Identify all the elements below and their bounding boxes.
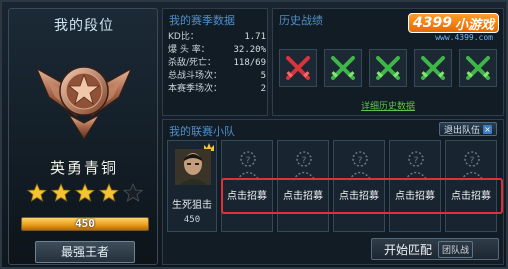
stat-row-total-matches: 总战斗场次： 5 <box>168 70 266 83</box>
league-team-title: 我的联赛小队 <box>169 125 235 138</box>
match-result-win[interactable] <box>459 49 497 87</box>
start-match-button[interactable]: 开始匹配 <box>372 241 432 258</box>
rank-panel-title: 我的段位 <box>54 18 114 34</box>
season-stats-panel: 我的赛季数据 KD比： 1.71 爆 头 率： 32.20% 杀敌/死亡： 11… <box>162 8 268 116</box>
team-leader-card[interactable]: 生死狙击 450 <box>167 140 217 232</box>
avatar <box>175 149 211 185</box>
app-frame: 我的段位 英勇青铜 450 最强王者 我的赛季数据 KD比： 1.71 爆 头 … <box>0 0 508 269</box>
empty-player-silhouette-icon: ? <box>460 151 484 181</box>
team-battle-mode-button[interactable]: 团队战 <box>438 240 474 258</box>
empty-player-silhouette-icon: ? <box>404 151 428 181</box>
stat-value: 32.20% <box>233 45 266 55</box>
strongest-king-button[interactable]: 最强王者 <box>35 241 135 263</box>
exp-value: 450 <box>75 217 95 230</box>
start-match-bar: 开始匹配 团队战 <box>371 238 499 260</box>
crossed-swords-win-icon <box>376 56 400 80</box>
rank-name: 英勇青铜 <box>49 159 118 177</box>
logo-text-cn: 小游戏 <box>454 17 494 33</box>
stat-row-headshot: 爆 头 率： 32.20% <box>168 44 266 57</box>
crossed-swords-win-icon <box>466 56 490 80</box>
match-results <box>279 49 497 87</box>
stat-label: 杀敌/死亡： <box>168 58 217 68</box>
stat-value: 118/69 <box>233 58 266 68</box>
stat-label: 爆 头 率： <box>168 45 210 55</box>
logo-badge: 4399 小游戏 <box>408 13 499 33</box>
svg-text:?: ? <box>414 156 419 166</box>
crossed-swords-loss-icon <box>286 56 310 80</box>
svg-text:?: ? <box>302 156 307 166</box>
match-result-win[interactable] <box>369 49 407 87</box>
season-stats-title: 我的赛季数据 <box>169 14 235 27</box>
stat-row-kills-deaths: 杀敌/死亡： 118/69 <box>168 57 266 70</box>
leader-name: 生死狙击 <box>172 200 212 211</box>
star-filled-icon <box>99 183 119 202</box>
empty-player-silhouette-icon: ? <box>236 151 260 181</box>
site-logo: 4399 小游戏 www.4399.com <box>389 13 499 43</box>
rank-stars <box>27 183 143 203</box>
svg-text:?: ? <box>358 156 363 166</box>
stat-row-kd: KD比： 1.71 <box>168 31 266 44</box>
detailed-history-link[interactable]: 详细历史数据 <box>273 99 503 112</box>
stat-row-season-matches: 本赛季场次： 2 <box>168 83 266 96</box>
star-filled-icon <box>27 183 47 202</box>
empty-player-silhouette-icon: ? <box>348 151 372 181</box>
star-empty-icon <box>123 183 143 202</box>
stat-label: 本赛季场次： <box>168 84 223 94</box>
star-filled-icon <box>75 183 95 202</box>
svg-text:?: ? <box>470 156 475 166</box>
stat-value: 5 <box>260 71 266 81</box>
star-filled-icon <box>51 183 71 202</box>
logo-text: 4399 <box>413 15 452 31</box>
stat-label: 总战斗场次： <box>168 71 223 81</box>
match-history-title: 历史战绩 <box>279 14 323 27</box>
crossed-swords-win-icon <box>421 56 445 80</box>
match-result-win[interactable] <box>414 49 452 87</box>
stat-value: 1.71 <box>244 32 266 42</box>
bronze-rank-emblem-icon <box>35 66 133 140</box>
rank-panel: 我的段位 英勇青铜 450 最强王者 <box>8 8 158 265</box>
match-result-loss[interactable] <box>279 49 317 87</box>
stat-value: 2 <box>260 84 266 94</box>
season-stats-list: KD比： 1.71 爆 头 率： 32.20% 杀敌/死亡： 118/69 总战… <box>168 31 266 96</box>
leader-score: 450 <box>183 215 201 225</box>
empty-player-silhouette-icon: ? <box>292 151 316 181</box>
svg-text:?: ? <box>246 156 251 166</box>
recruit-highlight-box <box>221 178 503 214</box>
match-history-panel: 历史战绩 4399 小游戏 www.4399.com 详细历史数据 <box>272 8 504 116</box>
crossed-swords-win-icon <box>331 56 355 80</box>
close-icon: × <box>483 124 492 134</box>
league-team-panel: 我的联赛小队 退出队伍 × 生死狙击 450 ? 点击招募 ? 点击招募 ? 点… <box>162 119 504 265</box>
quit-team-label: 退出队伍 <box>443 125 480 136</box>
match-result-win[interactable] <box>324 49 362 87</box>
logo-url: www.4399.com <box>435 33 493 42</box>
quit-team-button[interactable]: 退出队伍 × <box>438 122 497 136</box>
exp-bar: 450 <box>21 217 149 231</box>
stat-label: KD比： <box>168 32 199 42</box>
